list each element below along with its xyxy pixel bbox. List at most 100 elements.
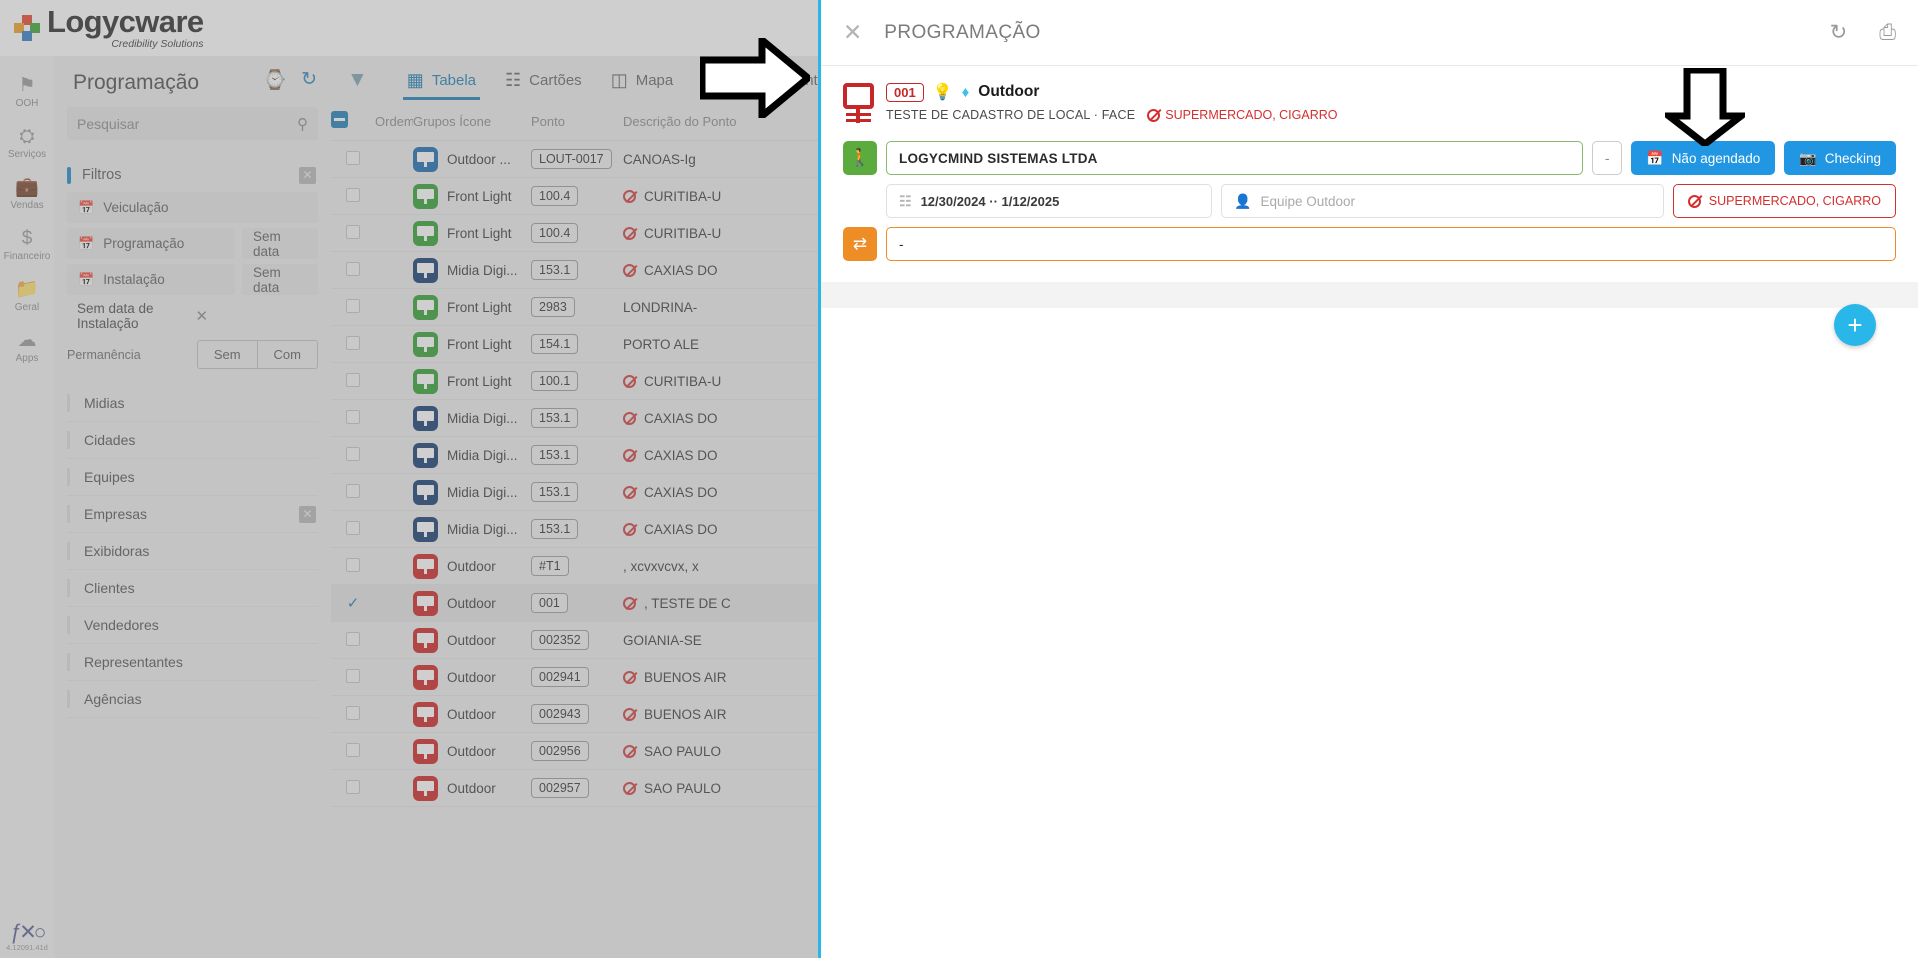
row-checkbox[interactable]: [346, 631, 360, 646]
row-checkbox[interactable]: [346, 446, 360, 461]
add-button[interactable]: +: [1834, 304, 1876, 346]
row-select-cell[interactable]: [331, 325, 375, 363]
tab-mapa[interactable]: ◫ Mapa: [599, 59, 686, 100]
row-select-cell[interactable]: [331, 473, 375, 511]
table-row[interactable]: Outdoor 002943 BUENOS AIR: [331, 695, 818, 733]
filter-value-instalacao[interactable]: Sem data: [242, 264, 318, 295]
filter-chip-programacao[interactable]: 📅 Programação: [67, 228, 235, 259]
sidebar-item-equipes[interactable]: Equipes: [67, 459, 318, 496]
table-row[interactable]: Midia Digi... 153.1 CAXIAS DO: [331, 473, 818, 511]
walk-arrow-icon[interactable]: 🚶: [843, 141, 877, 175]
clear-empresas-icon[interactable]: ✕: [299, 505, 316, 523]
funnel-icon[interactable]: ▼: [347, 68, 368, 92]
rail-item-vendas[interactable]: 💼 Vendas: [0, 168, 54, 219]
sidebar-item-vendedores[interactable]: Vendedores: [67, 607, 318, 644]
row-checkbox[interactable]: [346, 335, 360, 350]
table-row[interactable]: ✓ Outdoor 001 , TESTE DE C: [331, 584, 818, 622]
rail-item-apps[interactable]: ☁ Apps: [0, 321, 54, 372]
dash-button[interactable]: -: [1592, 141, 1623, 175]
row-select-cell[interactable]: [331, 214, 375, 252]
row-select-cell[interactable]: [331, 769, 375, 807]
row-checkbox[interactable]: [346, 557, 360, 572]
row-select-cell[interactable]: [331, 177, 375, 215]
checking-button[interactable]: 📷 Checking: [1784, 141, 1896, 175]
row-select-cell[interactable]: [331, 288, 375, 326]
column-header-grupos-icone[interactable]: Grupos Ícone: [413, 103, 531, 141]
table-row[interactable]: Outdoor 002941 BUENOS AIR: [331, 658, 818, 696]
row-select-cell[interactable]: [331, 362, 375, 400]
row-checked-icon[interactable]: ✓: [347, 595, 360, 612]
row-checkbox[interactable]: [346, 187, 360, 202]
rail-item-servicos[interactable]: ⛭ Serviços: [0, 117, 54, 168]
row-checkbox[interactable]: [346, 742, 360, 757]
date-range-field[interactable]: ☷ 12/30/2024 ·· 1/12/2025: [886, 184, 1212, 218]
select-all-checkbox[interactable]: [331, 111, 348, 128]
table-row[interactable]: Front Light 100.4 CURITIBA-U: [331, 177, 818, 215]
sidebar-item-agencias[interactable]: Agências: [67, 681, 318, 718]
sidebar-item-exibidoras[interactable]: Exibidoras: [67, 533, 318, 570]
rail-item-geral[interactable]: 📁 Geral: [0, 270, 54, 321]
row-select-cell[interactable]: [331, 695, 375, 733]
row-checkbox[interactable]: [346, 298, 360, 313]
row-checkbox[interactable]: [346, 150, 360, 165]
refresh-icon[interactable]: ↻: [1830, 20, 1848, 45]
column-header-ponto[interactable]: Ponto: [531, 103, 623, 141]
print-icon[interactable]: ⎙: [1879, 21, 1896, 45]
rail-item-ooh[interactable]: ⚑ OOH: [0, 66, 54, 117]
company-field[interactable]: [886, 141, 1584, 175]
filter-chip-veiculacao[interactable]: 📅 Veiculação: [67, 192, 318, 223]
table-row[interactable]: Front Light 2983 LONDRINA-: [331, 288, 818, 326]
table-row[interactable]: Outdoor 002352 GOIANIA-SE: [331, 621, 818, 659]
row-select-cell[interactable]: [331, 658, 375, 696]
row-checkbox[interactable]: [346, 520, 360, 535]
row-checkbox[interactable]: [346, 705, 360, 720]
table-row[interactable]: Front Light 154.1 PORTO ALE: [331, 325, 818, 363]
table-row[interactable]: Outdoor 002956 SAO PAULO: [331, 732, 818, 770]
filter-value-programacao[interactable]: Sem data: [242, 228, 318, 259]
rail-item-financeiro[interactable]: $ Financeiro: [0, 219, 54, 270]
history-clock-icon[interactable]: ⌚: [263, 68, 287, 92]
sidebar-item-empresas[interactable]: Empresas ✕: [67, 496, 318, 533]
row-select-cell[interactable]: [331, 547, 375, 585]
sidebar-item-cidades[interactable]: Cidades: [67, 422, 318, 459]
row-select-cell[interactable]: [331, 140, 375, 178]
column-header-ordem[interactable]: Ordem: [375, 103, 413, 141]
table-row[interactable]: Front Light 100.4 CURITIBA-U: [331, 214, 818, 252]
notes-field[interactable]: -: [886, 227, 1896, 261]
close-icon[interactable]: ✕: [843, 19, 862, 46]
table-row[interactable]: Midia Digi... 153.1 CAXIAS DO: [331, 399, 818, 437]
table-row[interactable]: Midia Digi... 153.1 CAXIAS DO: [331, 251, 818, 289]
row-select-cell[interactable]: ✓: [331, 584, 375, 622]
row-checkbox[interactable]: [346, 483, 360, 498]
sidebar-item-representantes[interactable]: Representantes: [67, 644, 318, 681]
row-checkbox[interactable]: [346, 409, 360, 424]
permanence-option-sem[interactable]: Sem: [196, 340, 258, 369]
row-select-cell[interactable]: [331, 399, 375, 437]
search-icon[interactable]: ⚲: [297, 115, 308, 133]
sidebar-item-clientes[interactable]: Clientes: [67, 570, 318, 607]
company-input[interactable]: [899, 150, 1571, 166]
row-checkbox[interactable]: [346, 372, 360, 387]
row-checkbox[interactable]: [346, 261, 360, 276]
row-select-cell[interactable]: [331, 251, 375, 289]
permanence-option-com[interactable]: Com: [257, 340, 318, 369]
search-input[interactable]: [77, 115, 297, 132]
row-checkbox[interactable]: [346, 668, 360, 683]
table-row[interactable]: Front Light 100.1 CURITIBA-U: [331, 362, 818, 400]
row-checkbox[interactable]: [346, 779, 360, 794]
filter-chip-instalacao[interactable]: 📅 Instalação: [67, 264, 235, 295]
transfer-icon[interactable]: ⇄: [843, 227, 877, 261]
table-row[interactable]: Midia Digi... 153.1 CAXIAS DO: [331, 436, 818, 474]
search-box[interactable]: ⚲: [67, 107, 318, 140]
tab-tabela[interactable]: ▦ Tabela: [395, 59, 488, 100]
tab-cartoes[interactable]: ☷ Cartões: [493, 59, 594, 100]
sidebar-item-midias[interactable]: Midias: [67, 385, 318, 422]
table-row[interactable]: Midia Digi... 153.1 CAXIAS DO: [331, 510, 818, 548]
row-select-cell[interactable]: [331, 436, 375, 474]
restriction-tag[interactable]: SUPERMERCADO, CIGARRO: [1672, 184, 1896, 218]
row-select-cell[interactable]: [331, 732, 375, 770]
schedule-status-button[interactable]: 📅 Não agendado: [1631, 141, 1776, 175]
row-select-cell[interactable]: [331, 510, 375, 548]
table-row[interactable]: Outdoor #T1 , xcvxvcvx, x: [331, 547, 818, 585]
clear-filters-icon[interactable]: ✕: [299, 166, 316, 184]
